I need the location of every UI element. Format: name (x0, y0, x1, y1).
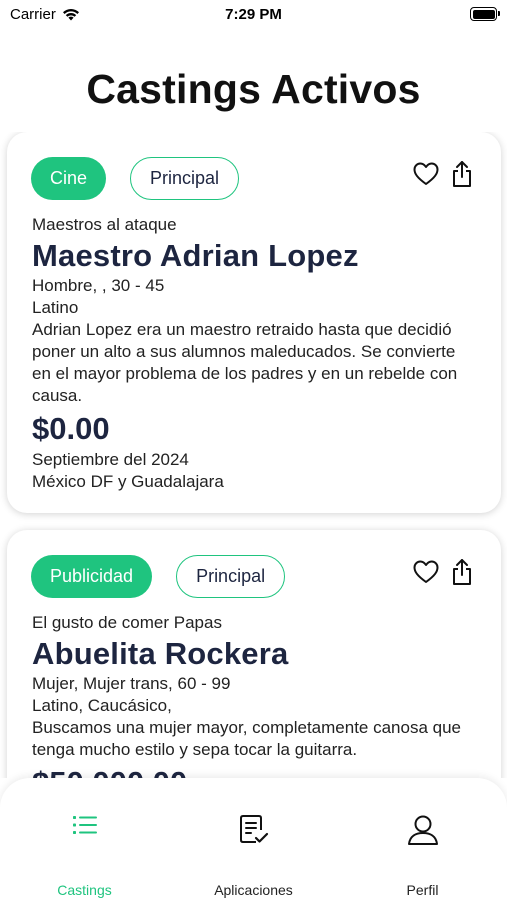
description-text: Adrian Lopez era un maestro retraido has… (32, 320, 458, 405)
heart-icon (413, 560, 439, 583)
heart-icon (413, 162, 439, 185)
profile-text: Mujer, Mujer trans, 60 - 99 (32, 674, 231, 693)
casting-card[interactable]: Publicidad Principal El gusto de comer P… (7, 530, 501, 778)
screen: Carrier 7:29 PM Castings Activos Cine Pr… (0, 0, 507, 900)
tab-label: Aplicaciones (214, 882, 293, 898)
tab-bar: Castings Aplicaciones Perfil (0, 778, 507, 900)
category-tag[interactable]: Publicidad (31, 555, 153, 598)
user-icon (407, 815, 438, 845)
card-actions (413, 160, 475, 188)
card-actions (413, 558, 475, 586)
share-button[interactable] (449, 558, 475, 586)
page-title: Castings Activos (86, 66, 421, 112)
tab-label: Perfil (406, 882, 439, 898)
project-name: Maestros al ataque (32, 215, 177, 234)
share-button[interactable] (449, 160, 475, 188)
project-name: El gusto de comer Papas (32, 613, 222, 632)
description-text: Buscamos una mujer mayor, completamente … (32, 718, 462, 759)
ethnicity-text: Latino, Caucásico, (32, 696, 172, 715)
location-text: México DF y Guadalajara (32, 472, 224, 491)
pay-amount: $50,000.00 (32, 763, 471, 778)
share-icon (453, 559, 471, 585)
favorite-button[interactable] (413, 558, 439, 586)
category-tag[interactable]: Cine (31, 157, 107, 200)
card-body: Maestros al ataque Maestro Adrian Lopez … (32, 215, 471, 493)
pay-amount: $0.00 (32, 411, 110, 446)
tab-aplicaciones[interactable]: Aplicaciones (169, 778, 338, 900)
status-bar: Carrier 7:29 PM (0, 0, 507, 30)
status-time: 7:29 PM (225, 6, 282, 23)
date-text: Septiembre del 2024 (32, 450, 189, 469)
tag-row: Cine Principal (31, 157, 240, 200)
tag-row: Publicidad Principal (31, 555, 286, 598)
battery-icon (470, 7, 500, 21)
role-type-tag[interactable]: Principal (130, 157, 240, 200)
share-icon (453, 161, 471, 187)
document-check-icon (239, 815, 268, 843)
tab-perfil[interactable]: Perfil (338, 778, 507, 900)
favorite-button[interactable] (413, 160, 439, 188)
profile-text: Hombre, , 30 - 45 (32, 276, 165, 295)
list-icon (72, 816, 97, 834)
role-name: Abuelita Rockera (32, 636, 289, 671)
castings-list[interactable]: Cine Principal Maestros al ataque Maestr… (0, 132, 507, 778)
role-name: Maestro Adrian Lopez (32, 238, 359, 273)
tab-label: Castings (57, 882, 112, 898)
casting-card[interactable]: Cine Principal Maestros al ataque Maestr… (7, 132, 501, 513)
card-body: El gusto de comer Papas Abuelita Rockera… (32, 613, 471, 778)
role-type-tag[interactable]: Principal (176, 555, 286, 598)
tab-castings[interactable]: Castings (0, 778, 169, 900)
ethnicity-text: Latino (32, 298, 79, 317)
